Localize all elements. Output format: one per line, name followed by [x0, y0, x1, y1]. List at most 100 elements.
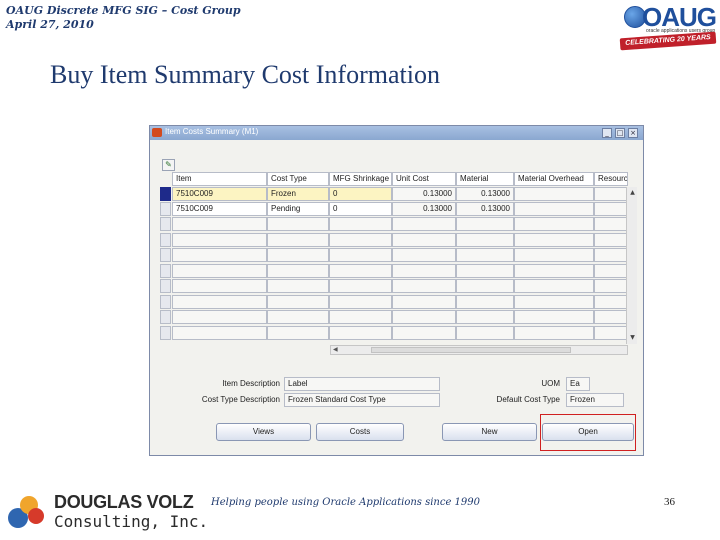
empty-cell[interactable] — [392, 263, 456, 278]
scroll-left-icon[interactable]: ◀ — [333, 346, 338, 354]
empty-cell[interactable] — [514, 310, 594, 324]
cell-material-overhead[interactable] — [514, 187, 594, 201]
empty-cell[interactable] — [172, 263, 267, 278]
item-description-field[interactable]: Label — [284, 377, 440, 391]
empty-cell[interactable] — [456, 310, 514, 324]
table-row-empty[interactable] — [160, 217, 628, 232]
empty-cell[interactable] — [392, 310, 456, 324]
empty-cell[interactable] — [456, 217, 514, 231]
cell-cost-type[interactable]: Pending — [267, 202, 329, 216]
empty-cell[interactable] — [392, 325, 456, 340]
row-selector[interactable] — [160, 232, 171, 247]
empty-cell[interactable] — [594, 325, 628, 340]
close-button[interactable]: × — [628, 128, 638, 138]
row-selector[interactable] — [160, 294, 171, 309]
minimize-button[interactable]: _ — [602, 128, 612, 138]
empty-cell[interactable] — [329, 248, 392, 262]
empty-cell[interactable] — [514, 217, 594, 231]
vertical-scrollbar[interactable]: ▲ ▼ — [626, 187, 637, 344]
empty-cell[interactable] — [514, 294, 594, 309]
empty-cell[interactable] — [267, 279, 329, 293]
row-selector[interactable] — [160, 310, 171, 324]
cell-resource[interactable] — [594, 202, 628, 216]
empty-cell[interactable] — [172, 217, 267, 231]
window-titlebar[interactable]: Item Costs Summary (M1) _ □ × — [150, 126, 643, 140]
scroll-thumb[interactable] — [371, 347, 571, 353]
table-row-empty[interactable] — [160, 310, 628, 325]
maximize-button[interactable]: □ — [615, 128, 625, 138]
default-cost-type-field[interactable]: Frozen — [566, 393, 624, 407]
empty-cell[interactable] — [267, 325, 329, 340]
folder-tools-icon[interactable]: ✎ — [162, 159, 175, 171]
uom-field[interactable]: Ea — [566, 377, 590, 391]
empty-cell[interactable] — [329, 279, 392, 293]
new-button[interactable]: New — [442, 423, 537, 441]
cell-mfg-shrinkage[interactable]: 0 — [329, 187, 392, 201]
column-header-item[interactable]: Item — [172, 172, 267, 186]
horizontal-scrollbar[interactable]: ◀ — [330, 345, 628, 355]
column-header-resource[interactable]: Resource — [594, 172, 628, 186]
scroll-up-icon[interactable]: ▲ — [628, 188, 637, 197]
empty-cell[interactable] — [267, 248, 329, 262]
cell-item[interactable]: 7510C009 — [172, 202, 267, 216]
empty-cell[interactable] — [329, 310, 392, 324]
row-selector[interactable] — [160, 248, 171, 262]
column-header-material[interactable]: Material — [456, 172, 514, 186]
empty-cell[interactable] — [456, 279, 514, 293]
empty-cell[interactable] — [172, 248, 267, 262]
empty-cell[interactable] — [514, 232, 594, 247]
empty-cell[interactable] — [392, 248, 456, 262]
empty-cell[interactable] — [392, 217, 456, 231]
empty-cell[interactable] — [267, 310, 329, 324]
empty-cell[interactable] — [267, 232, 329, 247]
cost-type-description-field[interactable]: Frozen Standard Cost Type — [284, 393, 440, 407]
empty-cell[interactable] — [594, 279, 628, 293]
empty-cell[interactable] — [514, 248, 594, 262]
column-header-cost-type[interactable]: Cost Type — [267, 172, 329, 186]
table-row[interactable]: 7510C009 Pending 0 0.13000 0.13000 — [160, 202, 628, 217]
cell-item[interactable]: 7510C009 — [172, 187, 267, 201]
cell-resource[interactable] — [594, 187, 628, 201]
empty-cell[interactable] — [267, 294, 329, 309]
empty-cell[interactable] — [172, 279, 267, 293]
empty-cell[interactable] — [392, 294, 456, 309]
costs-button[interactable]: Costs — [316, 423, 404, 441]
empty-cell[interactable] — [594, 310, 628, 324]
empty-cell[interactable] — [172, 325, 267, 340]
row-selector[interactable] — [160, 202, 171, 216]
column-header-material-overhead[interactable]: Material Overhead — [514, 172, 594, 186]
table-row-empty[interactable] — [160, 263, 628, 279]
empty-cell[interactable] — [514, 263, 594, 278]
views-button[interactable]: Views — [216, 423, 311, 441]
table-row[interactable]: 7510C009 Frozen 0 0.13000 0.13000 — [160, 187, 628, 202]
table-row-empty[interactable] — [160, 232, 628, 248]
empty-cell[interactable] — [456, 248, 514, 262]
column-header-mfg-shrinkage[interactable]: MFG Shrinkage — [329, 172, 392, 186]
empty-cell[interactable] — [594, 294, 628, 309]
table-row-empty[interactable] — [160, 325, 628, 341]
row-selector[interactable] — [160, 325, 171, 340]
empty-cell[interactable] — [514, 279, 594, 293]
scroll-down-icon[interactable]: ▼ — [628, 333, 637, 342]
empty-cell[interactable] — [392, 232, 456, 247]
empty-cell[interactable] — [456, 263, 514, 278]
empty-cell[interactable] — [594, 263, 628, 278]
empty-cell[interactable] — [514, 325, 594, 340]
row-selector[interactable] — [160, 279, 171, 293]
empty-cell[interactable] — [267, 263, 329, 278]
empty-cell[interactable] — [329, 263, 392, 278]
row-selector[interactable] — [160, 217, 171, 231]
empty-cell[interactable] — [456, 325, 514, 340]
empty-cell[interactable] — [594, 248, 628, 262]
empty-cell[interactable] — [267, 217, 329, 231]
cell-material-overhead[interactable] — [514, 202, 594, 216]
empty-cell[interactable] — [594, 217, 628, 231]
row-selector[interactable] — [160, 187, 171, 201]
cell-unit-cost[interactable]: 0.13000 — [392, 202, 456, 216]
empty-cell[interactable] — [329, 232, 392, 247]
cell-material[interactable]: 0.13000 — [456, 187, 514, 201]
empty-cell[interactable] — [456, 294, 514, 309]
empty-cell[interactable] — [456, 232, 514, 247]
row-selector[interactable] — [160, 263, 171, 278]
empty-cell[interactable] — [172, 310, 267, 324]
